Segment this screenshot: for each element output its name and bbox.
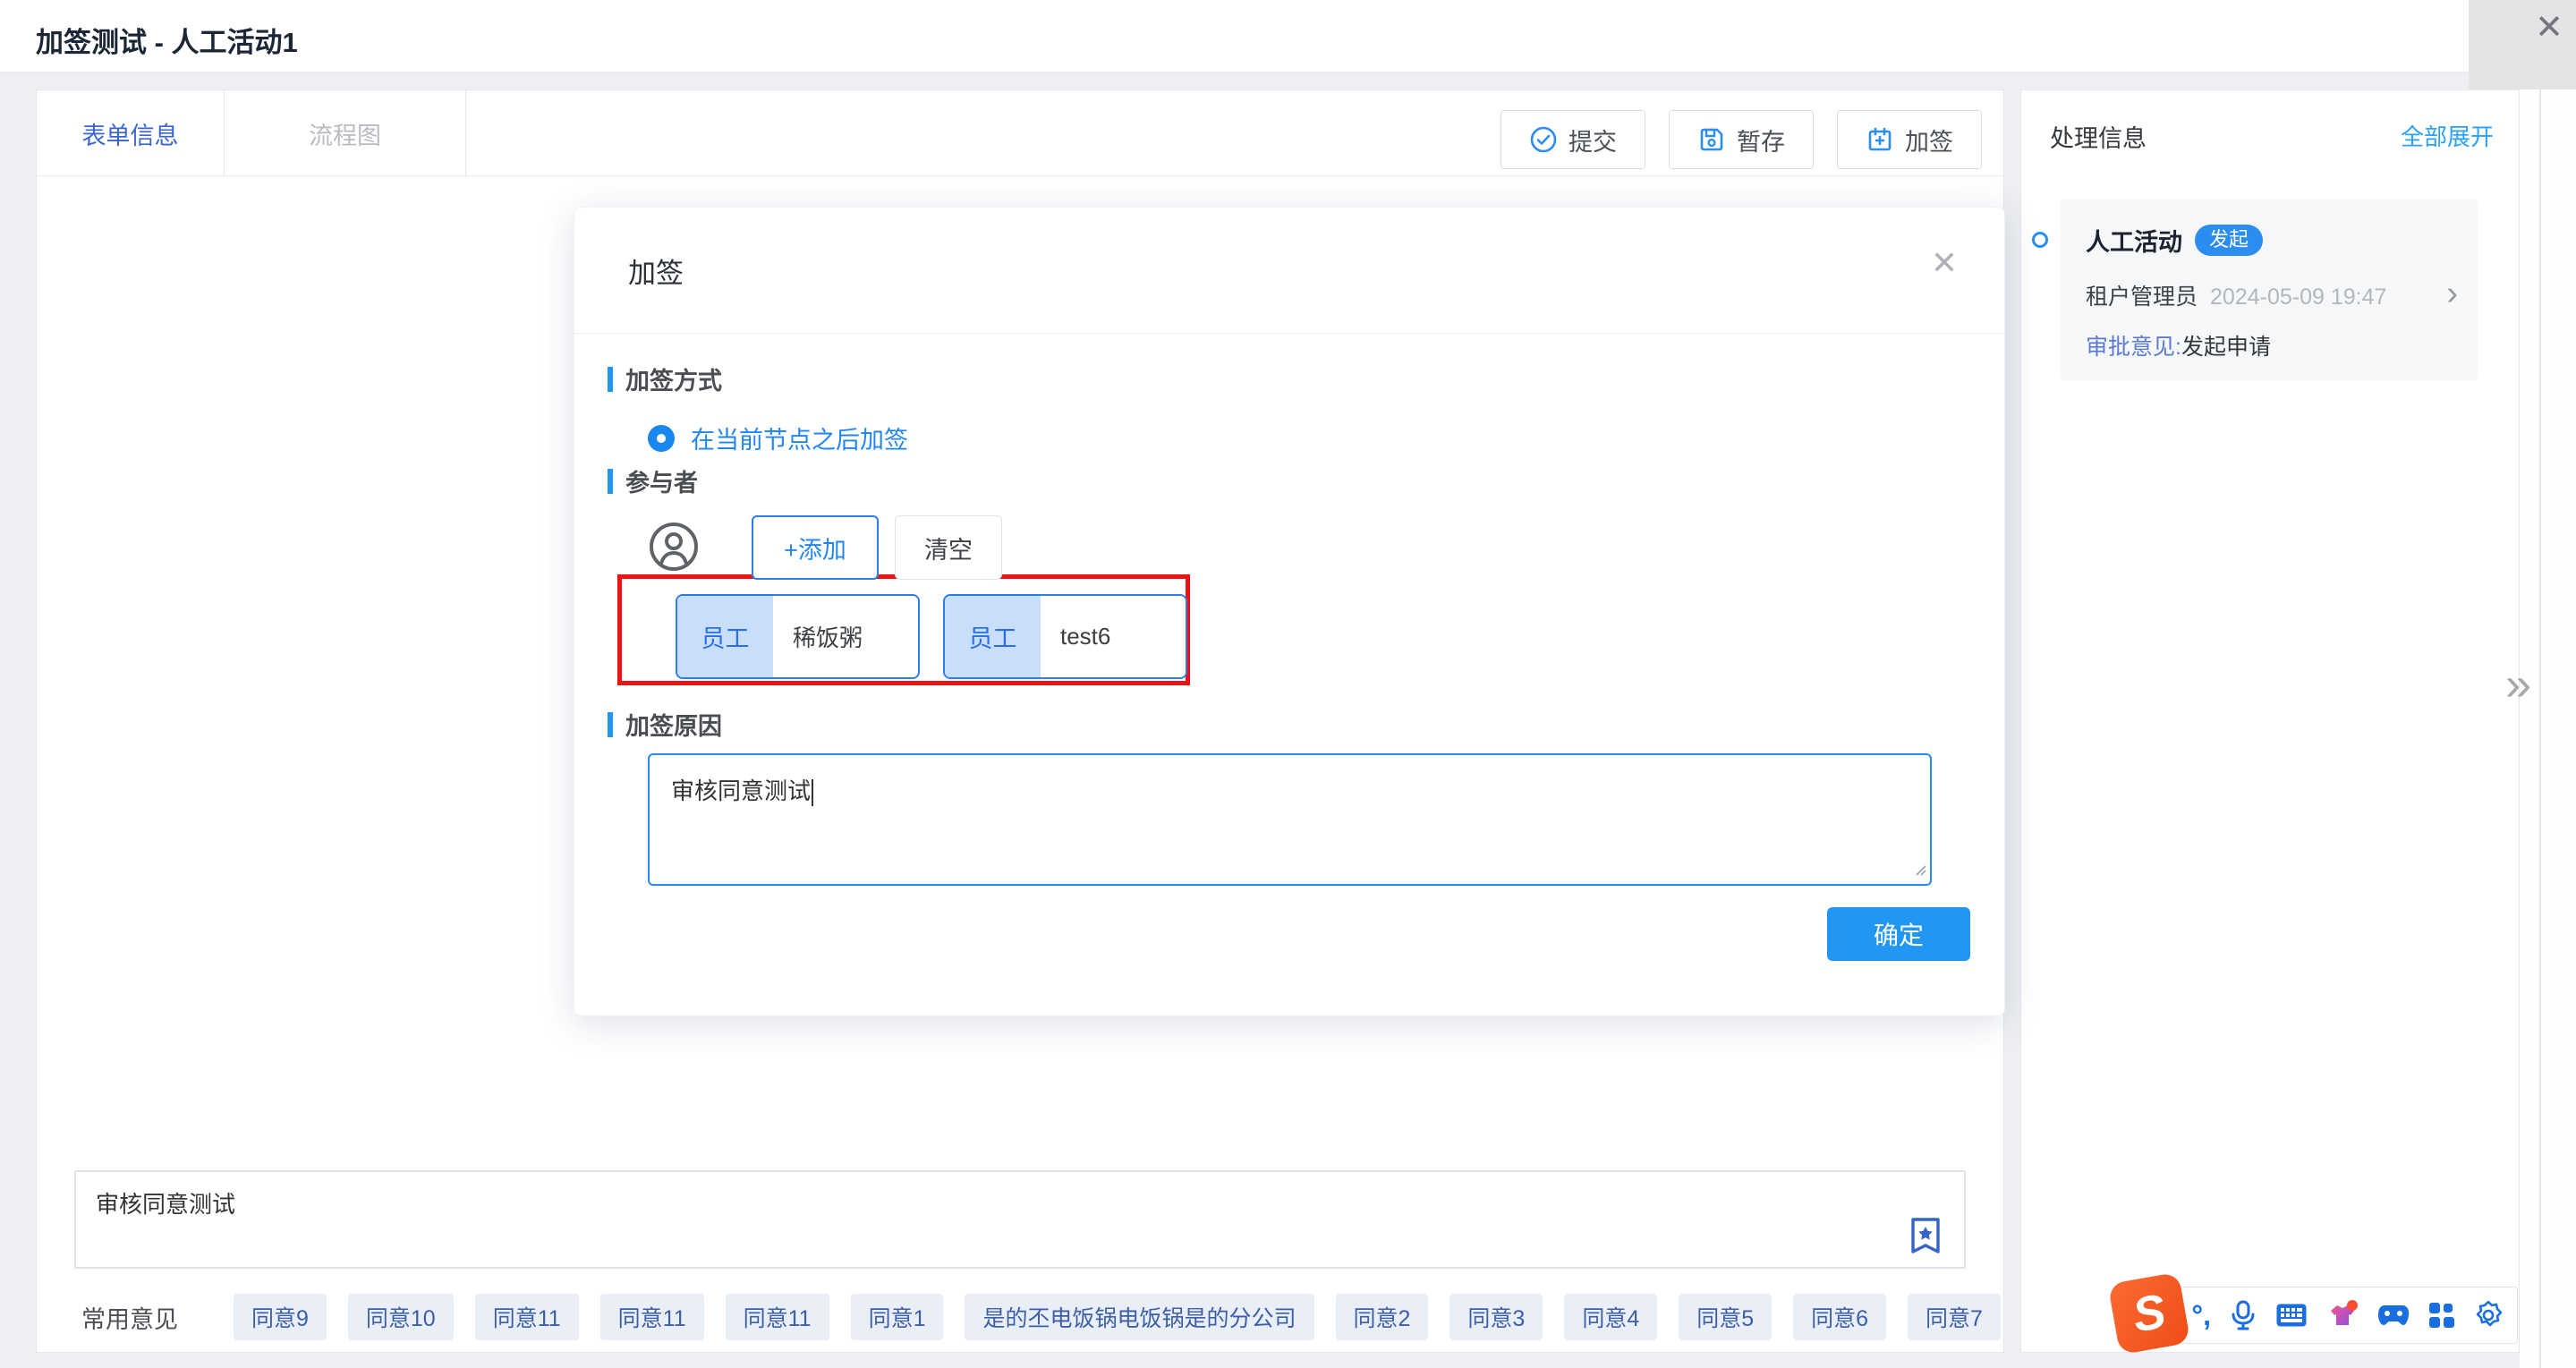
clear-participants-button[interactable]: 清空 xyxy=(895,515,1002,580)
ime-toolbar: 中 °, xyxy=(2172,1287,2518,1344)
app-window: 加签测试 - 人工活动1 ✕ » 表单信息 流程图 提交 xyxy=(0,0,2576,1368)
process-panel-title: 处理信息 xyxy=(2050,119,2147,154)
opinion-chip[interactable]: 同意9 xyxy=(234,1294,327,1340)
stash-label: 暂存 xyxy=(1737,123,1785,157)
opinion-chip[interactable]: 同意10 xyxy=(348,1294,454,1340)
comment-textarea[interactable]: 审核同意测试 xyxy=(74,1170,1966,1269)
common-opinions-row: 常用意见 同意9 同意10 同意11 同意11 同意11 同意1 是的丕电饭锅电… xyxy=(81,1294,1978,1340)
bookmark-star-icon[interactable] xyxy=(1907,1216,1944,1260)
confirm-button[interactable]: 确定 xyxy=(1827,907,1970,961)
check-circle-icon xyxy=(1529,125,1558,154)
form-panel: 表单信息 流程图 提交 暂存 xyxy=(36,89,2004,1353)
add-participant-button[interactable]: +添加 xyxy=(752,515,879,580)
process-info-panel: 处理信息 全部展开 人工活动 发起 租户管理员 2024-05-09 19:47… xyxy=(2020,89,2520,1353)
common-opinions-label: 常用意见 xyxy=(81,1300,178,1335)
participant-type: 员工 xyxy=(945,596,1041,677)
section-bar xyxy=(608,367,613,392)
participant-type: 员工 xyxy=(677,596,773,677)
textarea-resize-icon[interactable] xyxy=(1912,862,1926,880)
method-radio-option[interactable]: 在当前节点之后加签 xyxy=(648,421,908,455)
game-controller-icon[interactable] xyxy=(2377,1304,2410,1327)
opinion-chip[interactable]: 同意7 xyxy=(1908,1294,2001,1340)
modal-title: 加签 xyxy=(628,251,684,291)
node-operator-row: 租户管理员 2024-05-09 19:47 xyxy=(2086,279,2453,311)
skin-tshirt-icon[interactable] xyxy=(2326,1300,2359,1330)
participant-name: test6 xyxy=(1041,596,1186,677)
settings-flower-icon[interactable] xyxy=(2474,1301,2503,1330)
process-node-card[interactable]: 人工活动 发起 租户管理员 2024-05-09 19:47 › 审批意见:发起… xyxy=(2061,200,2478,380)
submit-button[interactable]: 提交 xyxy=(1501,110,1645,169)
node-name: 人工活动 xyxy=(2086,223,2182,258)
expand-all-link[interactable]: 全部展开 xyxy=(2401,119,2494,152)
sogou-logo[interactable]: S xyxy=(2108,1272,2191,1355)
modal-divider xyxy=(574,333,2004,334)
timeline-dot xyxy=(2032,232,2048,248)
punctuation-icon[interactable]: °, xyxy=(2191,1301,2211,1330)
page-title: 加签测试 - 人工活动1 xyxy=(36,20,298,60)
opinion-label: 审批意见: xyxy=(2086,335,2181,360)
section-participants-label: 参与者 xyxy=(625,463,698,498)
modal-close-icon[interactable]: ✕ xyxy=(1931,247,1958,279)
toolbox-grid-icon[interactable] xyxy=(2428,1302,2455,1329)
keyboard-icon[interactable] xyxy=(2275,1303,2308,1328)
countersign-button[interactable]: 加签 xyxy=(1837,110,1982,169)
opinion-chips: 同意9 同意10 同意11 同意11 同意11 同意1 是的丕电饭锅电饭锅是的分… xyxy=(234,1294,2104,1340)
close-icon[interactable]: ✕ xyxy=(2535,11,2563,45)
section-reason: 加签原因 xyxy=(608,707,722,742)
window-close-button[interactable]: ✕ xyxy=(2469,0,2576,89)
chevron-right-icon[interactable]: › xyxy=(2446,276,2458,310)
window-header: 加签测试 - 人工活动1 ✕ xyxy=(0,0,2576,72)
stash-button[interactable]: 暂存 xyxy=(1669,110,1814,169)
node-timestamp: 2024-05-09 19:47 xyxy=(2210,285,2386,310)
comment-value: 审核同意测试 xyxy=(96,1186,235,1219)
node-header-row: 人工活动 发起 xyxy=(2086,223,2453,258)
countersign-label: 加签 xyxy=(1905,123,1953,157)
opinion-value: 发起申请 xyxy=(2181,335,2271,360)
tab-bar: 表单信息 流程图 提交 暂存 xyxy=(37,90,2003,176)
radio-label: 在当前节点之后加签 xyxy=(691,421,908,455)
section-method-label: 加签方式 xyxy=(625,361,722,396)
right-gutter xyxy=(2520,89,2576,1368)
opinion-chip[interactable]: 同意11 xyxy=(600,1294,704,1340)
tab-form-info[interactable]: 表单信息 xyxy=(37,90,225,176)
opinion-chip[interactable]: 是的丕电饭锅电饭锅是的分公司 xyxy=(965,1294,1314,1340)
node-operator: 租户管理员 xyxy=(2086,279,2198,311)
participant-name: 稀饭粥 xyxy=(773,596,918,677)
opinion-chip[interactable]: 同意11 xyxy=(726,1294,829,1340)
participant-tag[interactable]: 员工 稀饭粥 xyxy=(676,594,920,679)
save-icon xyxy=(1697,125,1726,154)
countersign-modal: 加签 ✕ 加签方式 在当前节点之后加签 参与者 +添加 清空 xyxy=(574,207,2005,1016)
opinion-chip[interactable]: 同意11 xyxy=(475,1294,579,1340)
tab-flowchart[interactable]: 流程图 xyxy=(225,90,466,176)
reason-textarea[interactable]: 审核同意测试 xyxy=(648,753,1932,886)
section-method: 加签方式 xyxy=(608,361,722,396)
section-bar xyxy=(608,712,613,737)
opinion-chip[interactable]: 同意1 xyxy=(851,1294,944,1340)
mic-icon[interactable] xyxy=(2230,1300,2257,1330)
panel-divider xyxy=(2539,89,2541,1368)
participant-tag[interactable]: 员工 test6 xyxy=(943,594,1187,679)
node-opinion-row: 审批意见:发起申请 xyxy=(2086,329,2453,361)
opinion-chip[interactable]: 同意5 xyxy=(1679,1294,1772,1340)
opinion-chip[interactable]: 同意4 xyxy=(1564,1294,1657,1340)
calendar-plus-icon xyxy=(1866,125,1894,154)
section-bar xyxy=(608,469,613,494)
radio-selected-icon[interactable] xyxy=(648,425,675,452)
toolbar-actions: 提交 暂存 加签 xyxy=(1501,110,1982,169)
opinion-chip[interactable]: 同意2 xyxy=(1336,1294,1429,1340)
double-chevron-right-icon[interactable]: » xyxy=(2505,658,2526,711)
opinion-chip[interactable]: 同意3 xyxy=(1450,1294,1543,1340)
submit-label: 提交 xyxy=(1569,123,1617,157)
opinion-chip[interactable]: 同意6 xyxy=(1793,1294,1886,1340)
text-cursor xyxy=(812,779,813,806)
section-participants: 参与者 xyxy=(608,463,698,498)
reason-value: 审核同意测试 xyxy=(671,773,813,806)
node-status-badge: 发起 xyxy=(2195,225,2263,255)
section-reason-label: 加签原因 xyxy=(625,707,722,742)
person-icon xyxy=(648,521,700,577)
